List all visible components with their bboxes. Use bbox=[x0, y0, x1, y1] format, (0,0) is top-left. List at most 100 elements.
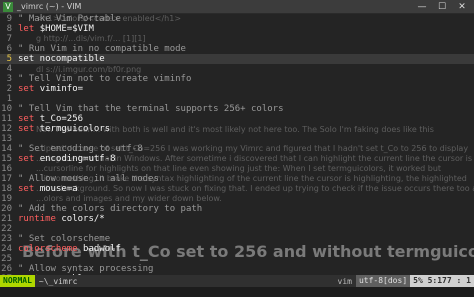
vim-app-icon: V bbox=[3, 1, 13, 12]
code-line[interactable]: 24 colorscheme badwolf bbox=[0, 244, 474, 254]
code-token: viminfo bbox=[39, 84, 78, 94]
line-number: 5 bbox=[6, 54, 12, 64]
code-line[interactable]: 3 " Tell Vim not to create viminfo bbox=[0, 74, 474, 84]
filetype: vim bbox=[337, 276, 352, 286]
line-text: " Allow mouse in all modes bbox=[18, 174, 159, 184]
code-line[interactable]: 15 set encoding=utf-8 bbox=[0, 154, 474, 164]
line-number: 19 bbox=[1, 194, 12, 204]
line-text: colorscheme badwolf bbox=[18, 244, 121, 254]
code-token: " Tell Vim that the terminal supports 25… bbox=[18, 104, 284, 114]
line-text: " Set colorscheme bbox=[18, 234, 110, 244]
file-encoding: utf-8[dos] bbox=[355, 275, 411, 287]
code-token: set bbox=[18, 84, 40, 94]
line-text: set t_Co=256 bbox=[18, 114, 83, 124]
line-number: 9 bbox=[6, 14, 12, 24]
code-token: =a bbox=[66, 184, 78, 194]
line-number: 18 bbox=[1, 184, 12, 194]
line-number: 22 bbox=[1, 224, 12, 234]
code-line[interactable]: 13 bbox=[0, 134, 474, 144]
line-text: set nocompatible bbox=[18, 54, 105, 64]
line-text: " Tell Vim that the terminal supports 25… bbox=[18, 104, 284, 114]
line-number: 24 bbox=[1, 244, 12, 254]
line-text: set termguicolors bbox=[18, 124, 110, 134]
editor-area[interactable]: <h1>Colors/<code> enabled</h1> g http://… bbox=[0, 14, 474, 275]
code-line[interactable]: 12 set termguicolors bbox=[0, 124, 474, 134]
code-token: runtime bbox=[18, 214, 62, 224]
line-number: 3 bbox=[6, 74, 12, 84]
code-token: =utf-8 bbox=[83, 154, 116, 164]
code-line[interactable]: 4 bbox=[0, 64, 474, 74]
code-token: badwolf bbox=[83, 244, 121, 254]
close-button[interactable]: ✕ bbox=[452, 0, 472, 14]
code-line[interactable]: 17 " Allow mouse in all modes bbox=[0, 174, 474, 184]
code-token: set bbox=[18, 154, 40, 164]
scroll-percent: 5% bbox=[413, 276, 423, 285]
line-number: 21 bbox=[1, 214, 12, 224]
code-token: " Tell Vim not to create viminfo bbox=[18, 74, 192, 84]
line-number: 20 bbox=[1, 204, 12, 214]
code-line[interactable]: 20 " Add the colors directory to path bbox=[0, 204, 474, 214]
code-line[interactable]: 8 let $HOME=$VIM bbox=[0, 24, 474, 34]
window-controls: — ☐ ✕ bbox=[412, 0, 472, 14]
code-line[interactable]: 19 bbox=[0, 194, 474, 204]
code-lines[interactable]: 9 " Make Vim Portable 8 let $HOME=$VIM 7 6 " R… bbox=[0, 14, 474, 275]
code-line[interactable]: 23 " Set colorscheme bbox=[0, 234, 474, 244]
code-token: " Make Vim Portable bbox=[18, 14, 121, 24]
title-bar: V _vimrc (~) - VIM — ☐ ✕ bbox=[0, 0, 474, 14]
line-text: let $HOME=$VIM bbox=[18, 24, 94, 34]
line-number: 8 bbox=[6, 24, 12, 34]
code-token: termguicolors bbox=[39, 124, 111, 134]
code-line[interactable]: 10 " Tell Vim that the terminal supports … bbox=[0, 104, 474, 114]
line-text: set mouse=a bbox=[18, 184, 78, 194]
line-number: 4 bbox=[6, 64, 12, 74]
line-number: 7 bbox=[6, 34, 12, 44]
line-text: " Tell Vim not to create viminfo bbox=[18, 74, 191, 84]
cursor-position: 5% 5:177 : 1 bbox=[410, 275, 474, 287]
code-token: mouse bbox=[39, 184, 67, 194]
code-line[interactable]: 1 bbox=[0, 94, 474, 104]
line-number: 15 bbox=[1, 154, 12, 164]
code-token: colors/* bbox=[61, 214, 105, 224]
code-token: t_Co bbox=[39, 114, 62, 124]
line-number: 1 bbox=[6, 94, 12, 104]
code-token: set bbox=[18, 114, 40, 124]
code-token: set bbox=[18, 184, 40, 194]
line-number: 11 bbox=[1, 114, 12, 124]
code-line[interactable]: 7 bbox=[0, 34, 474, 44]
code-line[interactable]: 18 set mouse=a bbox=[0, 184, 474, 194]
line-number: 13 bbox=[1, 134, 12, 144]
code-line[interactable]: 11 set t_Co=256 bbox=[0, 114, 474, 124]
code-token: " Allow mouse in all modes bbox=[18, 174, 159, 184]
code-token: " Set colorscheme bbox=[18, 234, 111, 244]
code-token: let bbox=[18, 24, 40, 34]
code-line[interactable]: 26 " Allow syntax processing bbox=[0, 264, 474, 274]
code-line[interactable]: 5 set nocompatible bbox=[0, 54, 474, 64]
maximize-button[interactable]: ☐ bbox=[432, 0, 452, 14]
line-number: 10 bbox=[1, 104, 12, 114]
line-number: 16 bbox=[1, 164, 12, 174]
code-line[interactable]: 14 " Set encoding to utf-8 bbox=[0, 144, 474, 154]
code-line[interactable]: 9 " Make Vim Portable bbox=[0, 14, 474, 24]
line-text: " Set encoding to utf-8 bbox=[18, 144, 143, 154]
code-line[interactable]: 2 set viminfo= bbox=[0, 84, 474, 94]
code-line[interactable]: 6 " Run Vim in no compatible mode bbox=[0, 44, 474, 54]
line-number: 25 bbox=[1, 254, 12, 264]
code-line[interactable]: 21 runtime colors/* bbox=[0, 214, 474, 224]
status-right: vim utf-8[dos] 5% 5:177 : 1 bbox=[338, 275, 474, 287]
minimize-button[interactable]: — bbox=[412, 0, 432, 14]
code-token: $HOME bbox=[39, 24, 67, 34]
code-token: " Set encoding to utf-8 bbox=[18, 144, 143, 154]
code-line[interactable]: 22 bbox=[0, 224, 474, 234]
code-token: " Allow syntax processing bbox=[18, 264, 154, 274]
code-line[interactable]: 25 bbox=[0, 254, 474, 264]
line-number: 6 bbox=[6, 44, 12, 54]
code-line[interactable]: 16 bbox=[0, 164, 474, 174]
line-number: 12 bbox=[1, 124, 12, 134]
line-text: set encoding=utf-8 bbox=[18, 154, 116, 164]
line-text: " Run Vim in no compatible mode bbox=[18, 44, 186, 54]
command-line[interactable] bbox=[0, 287, 474, 297]
line-number: 17 bbox=[1, 174, 12, 184]
line-text: " Make Vim Portable bbox=[18, 14, 121, 24]
line-text: runtime colors/* bbox=[18, 214, 105, 224]
code-token: $VIM bbox=[72, 24, 94, 34]
